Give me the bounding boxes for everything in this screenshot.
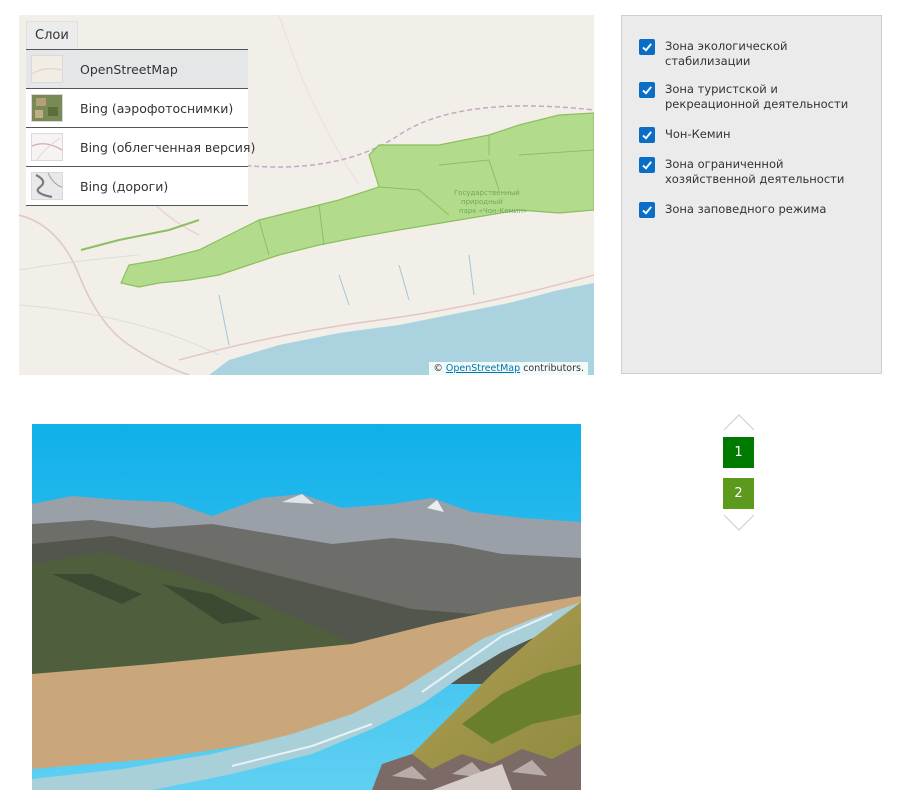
legend-item-chon-kemin[interactable]: Чон-Кемин <box>639 127 865 143</box>
legend-label: Зона ограниченной хозяйственной деятельн… <box>665 157 845 186</box>
layers-title[interactable]: Слои <box>26 21 78 49</box>
layer-option-bing-aerial[interactable]: Bing (аэрофотоснимки) <box>26 88 248 127</box>
map-view[interactable]: Государственный природный парк «Чон-Кеми… <box>19 15 594 375</box>
layer-option-openstreetmap[interactable]: OpenStreetMap <box>26 49 248 88</box>
checkbox-checked-icon[interactable] <box>639 202 655 218</box>
layer-label: Bing (аэрофотоснимки) <box>80 100 234 116</box>
openstreetmap-link[interactable]: OpenStreetMap <box>446 363 520 374</box>
checkbox-checked-icon[interactable] <box>639 127 655 143</box>
layers-panel: Слои OpenStreetMap Bing (аэрофотоснимки)… <box>26 21 255 206</box>
layer-label: Bing (дороги) <box>80 178 169 194</box>
legend-item-limited-economic[interactable]: Зона ограниченной хозяйственной деятельн… <box>639 157 865 187</box>
legend-label: Чон-Кемин <box>665 127 731 141</box>
svg-text:природный: природный <box>461 198 503 206</box>
bing-roads-thumbnail <box>31 172 63 200</box>
legend-label: Зона туристской и рекреационной деятельн… <box>665 82 849 111</box>
landscape-photo <box>32 424 581 790</box>
bing-aerial-thumbnail <box>31 94 63 122</box>
svg-text:Государственный: Государственный <box>454 189 520 197</box>
layer-option-bing-roads[interactable]: Bing (дороги) <box>26 166 248 206</box>
map-attribution: © OpenStreetMap contributors. <box>429 362 588 375</box>
legend-item-reserve-regime[interactable]: Зона заповедного режима <box>639 202 865 218</box>
layer-option-bing-light[interactable]: Bing (облегченная версия) <box>26 127 255 166</box>
attribution-prefix: © <box>433 363 443 374</box>
zones-legend: Зона экологической стабилизации Зона тур… <box>621 15 882 374</box>
page-button-1[interactable]: 1 <box>723 437 754 468</box>
checkbox-checked-icon[interactable] <box>639 157 655 173</box>
openstreetmap-thumbnail <box>31 55 63 83</box>
legend-label: Зона заповедного режима <box>665 202 827 216</box>
checkbox-checked-icon[interactable] <box>639 82 655 98</box>
pager-up-arrow-icon[interactable] <box>723 413 755 431</box>
legend-label: Зона экологической стабилизации <box>665 39 788 68</box>
bing-light-thumbnail <box>31 133 63 161</box>
svg-text:парк «Чон-Кемин»: парк «Чон-Кемин» <box>459 207 527 215</box>
attribution-suffix: contributors. <box>523 363 584 374</box>
page-button-2[interactable]: 2 <box>723 478 754 509</box>
layer-label: OpenStreetMap <box>80 61 178 77</box>
legend-item-ecological-stabilization[interactable]: Зона экологической стабилизации <box>639 39 865 69</box>
checkbox-checked-icon[interactable] <box>639 39 655 55</box>
mountain-valley-image <box>32 424 581 790</box>
pager-down-arrow-icon[interactable] <box>723 514 755 532</box>
layer-label: Bing (облегченная версия) <box>80 139 256 155</box>
legend-item-tourism-recreation[interactable]: Зона туристской и рекреационной деятельн… <box>639 82 865 112</box>
